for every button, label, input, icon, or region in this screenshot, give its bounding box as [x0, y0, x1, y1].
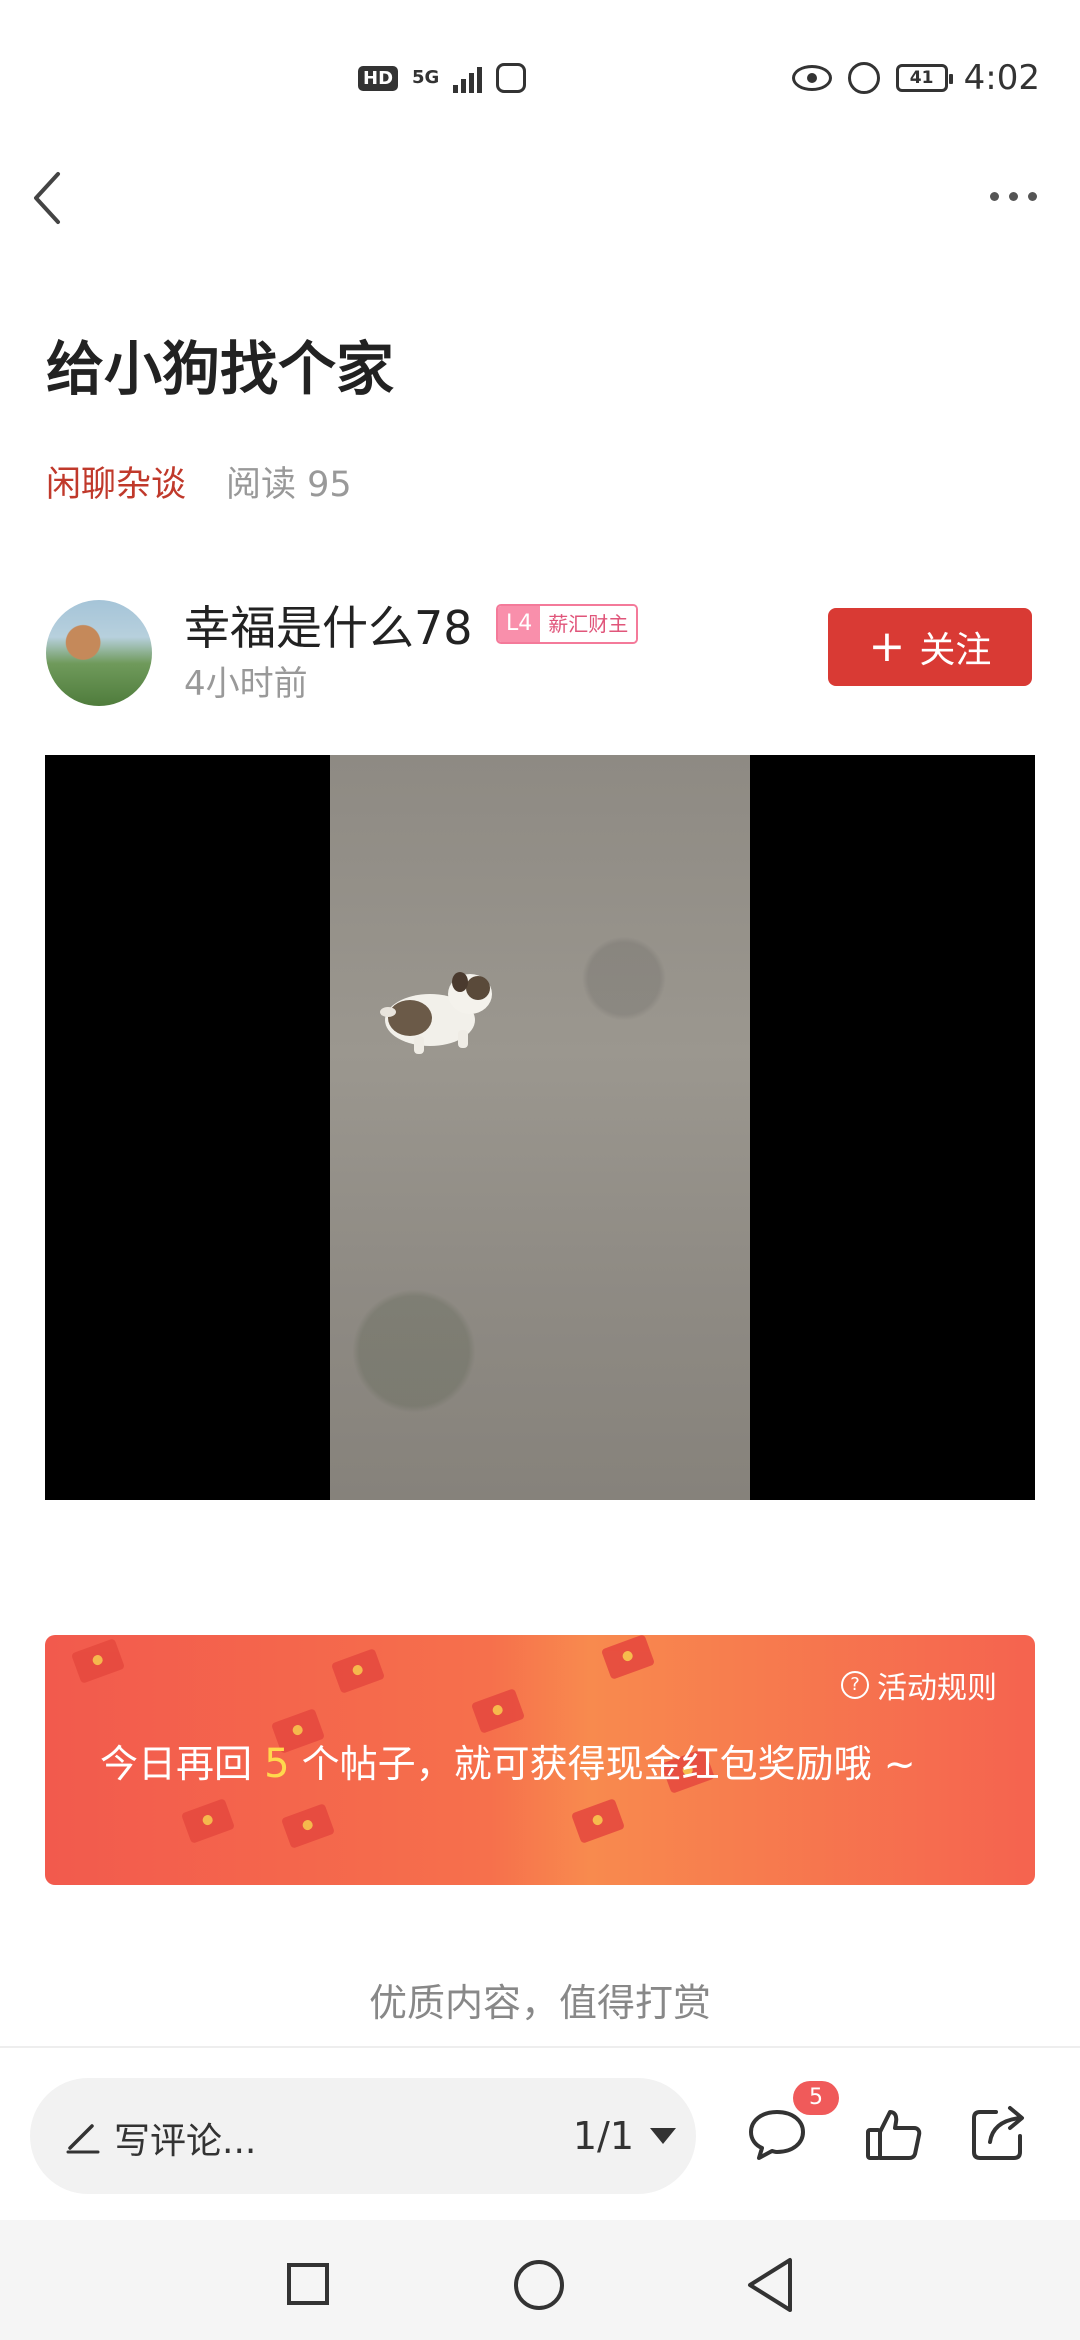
alarm-icon	[847, 62, 880, 94]
author-name[interactable]: 幸福是什么78	[184, 592, 473, 658]
home-icon[interactable]	[514, 2260, 564, 2310]
banner-count: 5	[264, 1741, 290, 1787]
more-options-icon[interactable]	[990, 186, 1050, 206]
post-time: 4小时前	[184, 664, 308, 704]
level-badge: L4 薪汇财主	[496, 604, 639, 644]
signal-icon	[453, 63, 483, 93]
plus-icon: +	[868, 621, 906, 672]
page-indicator[interactable]: 1/1	[573, 2114, 634, 2158]
comment-placeholder: 写评论...	[114, 2121, 257, 2162]
follow-label: 关注	[919, 630, 992, 671]
level-title: 薪汇财主	[540, 606, 637, 642]
quality-text: 优质内容，值得打赏	[368, 1981, 711, 2025]
system-nav-bar	[0, 2220, 1080, 2340]
divider	[0, 2046, 1080, 2048]
status-right-icons: 41 4:02	[791, 56, 1040, 100]
follow-button[interactable]: + 关注	[828, 608, 1032, 686]
recent-apps-icon[interactable]	[287, 2263, 329, 2305]
hd-icon: HD	[358, 65, 399, 91]
post-meta: 闲聊杂谈 阅读 95	[46, 456, 352, 507]
comment-input[interactable]: 写评论... 1/1	[30, 2078, 696, 2194]
banner-message-after: 个帖子，就可获得现金红包奖励哦 ~	[301, 1742, 916, 1786]
network-5g-label: 5G	[412, 67, 440, 88]
activity-rules-label: 活动规则	[877, 1671, 997, 1706]
hand-icon	[496, 63, 527, 93]
activity-rules-link[interactable]: ? 活动规则	[841, 1663, 997, 1707]
banner-message-before: 今日再回	[100, 1742, 253, 1786]
post-title: 给小狗找个家	[46, 335, 395, 403]
video-frame	[330, 755, 750, 1500]
status-time: 4:02	[963, 58, 1040, 98]
activity-banner[interactable]: ? 活动规则 今日再回 5 个帖子，就可获得现金红包奖励哦 ~	[45, 1635, 1035, 1885]
battery-icon: 41	[895, 64, 953, 92]
question-icon: ?	[841, 1671, 869, 1699]
avatar[interactable]	[46, 600, 152, 706]
pen-icon	[66, 2124, 100, 2154]
comment-count-badge: 5	[793, 2081, 839, 2115]
level-number: L4	[498, 606, 541, 642]
share-icon[interactable]	[966, 2102, 1030, 2166]
video-player[interactable]	[45, 755, 1035, 1500]
status-bar: HD 5G 41 4:02	[0, 0, 1080, 160]
back-arrow-icon[interactable]	[28, 168, 68, 228]
back-nav-icon[interactable]	[744, 2256, 796, 2314]
caret-down-icon[interactable]	[650, 2128, 676, 2144]
read-count: 阅读 95	[226, 465, 352, 505]
banner-message: 今日再回 5 个帖子，就可获得现金红包奖励哦 ~	[100, 1733, 916, 1788]
category-link[interactable]: 闲聊杂谈	[46, 456, 186, 507]
eye-icon	[791, 65, 832, 91]
status-left-icons: HD 5G	[358, 58, 527, 98]
puppy-image	[380, 972, 492, 1054]
like-icon[interactable]	[862, 2102, 926, 2166]
